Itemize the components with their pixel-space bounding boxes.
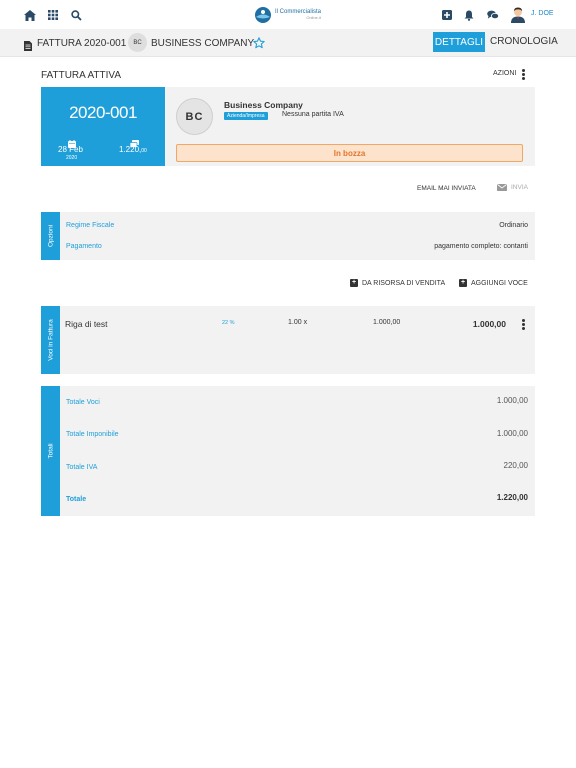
- send-button[interactable]: INVIA: [497, 184, 528, 191]
- item-description[interactable]: Riga di test: [65, 319, 108, 329]
- grand-total-label: Totale: [66, 496, 87, 503]
- plus-icon: +: [459, 279, 467, 287]
- options-side-label: Opzioni: [41, 212, 60, 260]
- company-name[interactable]: Business Company: [224, 100, 303, 110]
- section-title: FATTURA ATTIVA: [41, 70, 122, 81]
- item-quantity: 1.00 x: [288, 319, 308, 326]
- home-icon[interactable]: [23, 8, 37, 22]
- vat-total-label: Totale IVA: [66, 464, 98, 471]
- actions-kebab-icon[interactable]: [522, 69, 525, 81]
- total-items-value: 1.000,00: [496, 396, 528, 405]
- apps-grid-icon[interactable]: [46, 8, 60, 22]
- top-navbar: Il Commercialista Online.it J. DOE: [0, 0, 576, 29]
- totals-panel: [60, 386, 535, 516]
- payment-label[interactable]: Pagamento: [66, 243, 102, 250]
- invoice-amount-cents: 00: [141, 148, 147, 154]
- vat-total-value: 220,00: [503, 461, 528, 470]
- logo-globe-icon: [255, 7, 271, 23]
- payment-value: pagamento completo: contanti: [434, 243, 528, 250]
- star-icon[interactable]: [253, 36, 265, 54]
- tax-regime-label[interactable]: Regime Fiscale: [66, 222, 114, 229]
- total-items-label: Totale Voci: [66, 399, 100, 406]
- item-total: 1.000,00: [472, 319, 506, 329]
- from-resource-label: DA RISORSA DI VENDITA: [362, 279, 446, 287]
- items-label: Voci in Fattura: [47, 319, 54, 361]
- from-resource-button[interactable]: + DA RISORSA DI VENDITA: [350, 279, 445, 287]
- company-type-badge: Azienda/Impresa: [224, 112, 268, 120]
- status-badge: In bozza: [176, 144, 523, 162]
- company-title[interactable]: BUSINESS COMPANY: [151, 38, 254, 49]
- taxable-total-value: 1.000,00: [496, 429, 528, 438]
- add-item-button[interactable]: + AGGIUNGI VOCE: [459, 279, 528, 287]
- send-button-label: INVIA: [511, 184, 528, 191]
- logo-subtitle: Online.it: [306, 15, 322, 20]
- invoice-date: 28 Feb: [58, 145, 83, 154]
- tab-cronologia[interactable]: CRONOLOGIA: [490, 36, 558, 47]
- items-panel: [60, 306, 535, 374]
- invoice-amount-main: 1.220,: [119, 145, 142, 154]
- taxable-total-label: Totale Imponibile: [66, 431, 119, 438]
- options-panel: [60, 212, 535, 260]
- item-kebab-icon[interactable]: [522, 319, 525, 331]
- document-subheader: FATTURA 2020-001 BC BUSINESS COMPANY DET…: [0, 29, 576, 57]
- tab-dettagli[interactable]: DETTAGLI: [433, 32, 485, 52]
- vat-info: Nessuna partita IVA: [282, 111, 344, 118]
- invoice-year: 2020: [66, 155, 78, 161]
- grand-total-value: 1.220,00: [496, 493, 528, 502]
- actions-menu-label[interactable]: AZIONI: [493, 70, 516, 77]
- add-item-label: AGGIUNGI VOCE: [471, 279, 528, 287]
- logo-text: Il Commercialista Online.it: [275, 9, 321, 21]
- chat-icon[interactable]: [486, 8, 500, 22]
- options-label: Opzioni: [47, 224, 54, 248]
- invoice-amount: 1.220,00: [119, 145, 147, 154]
- document-icon: [24, 38, 32, 56]
- tax-regime-value: Ordinario: [499, 222, 528, 229]
- envelope-icon: [497, 184, 507, 191]
- items-side-label: Voci in Fattura: [41, 306, 60, 374]
- email-status: EMAIL MAI INVIATA: [417, 185, 476, 192]
- company-avatar[interactable]: BC: [176, 98, 213, 135]
- item-price: 1.000,00: [373, 319, 401, 326]
- invoice-number-box: 2020-001 28 Feb 2020 1.220,00: [41, 87, 165, 166]
- totals-label: Totali: [47, 443, 54, 459]
- plus-icon: +: [350, 279, 358, 287]
- add-square-icon[interactable]: [440, 8, 454, 22]
- company-avatar-small[interactable]: BC: [128, 33, 147, 52]
- app-logo[interactable]: Il Commercialista Online.it: [254, 4, 332, 26]
- user-name[interactable]: J. DOE: [531, 10, 554, 17]
- item-vat: 22 %: [222, 320, 235, 326]
- invoice-number: 2020-001: [69, 103, 137, 122]
- search-icon[interactable]: [69, 8, 83, 22]
- document-title: FATTURA 2020-001: [37, 38, 127, 49]
- user-avatar[interactable]: [510, 6, 526, 23]
- totals-side-label: Totali: [41, 386, 60, 516]
- bell-icon[interactable]: [462, 8, 476, 22]
